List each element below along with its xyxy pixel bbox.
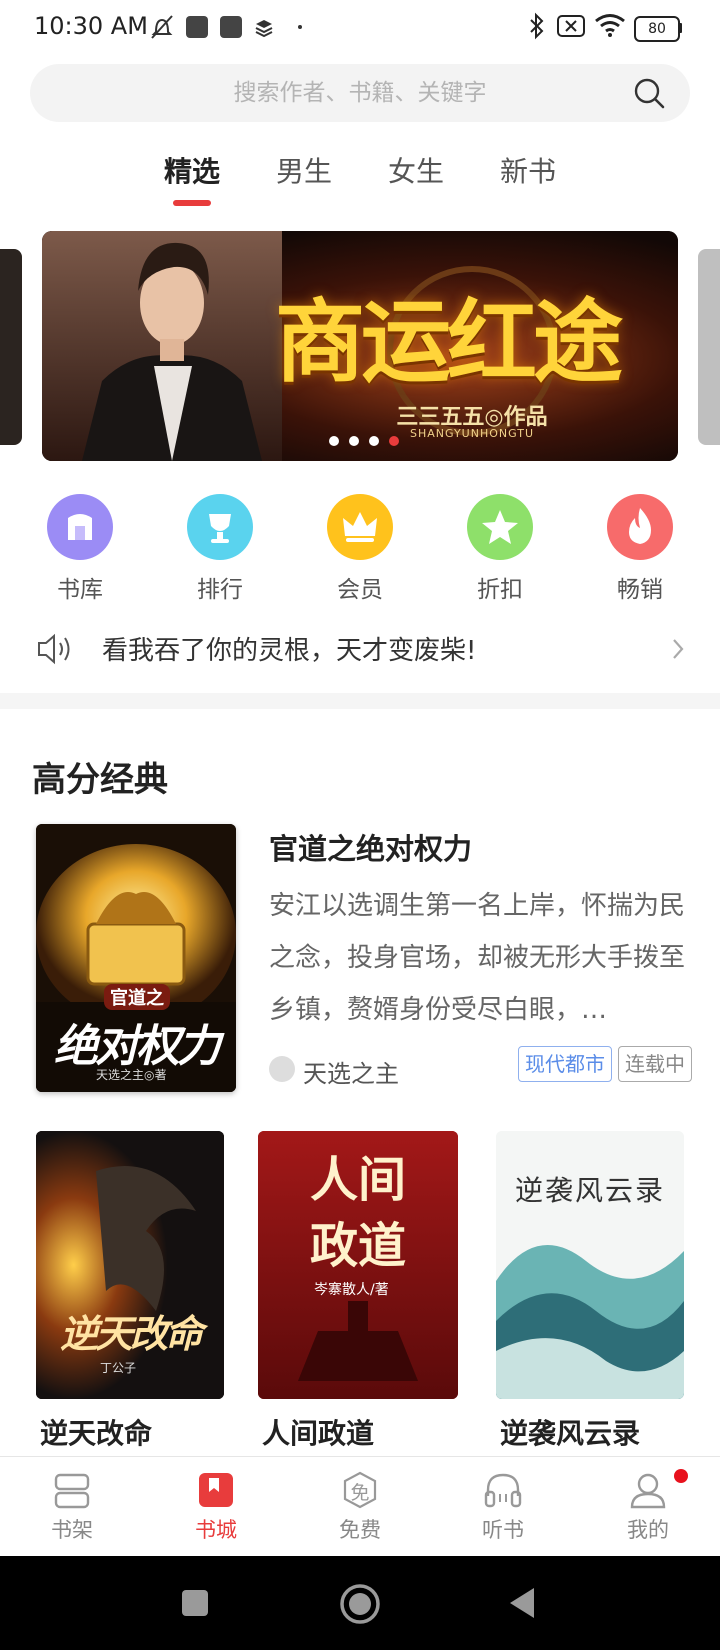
- nav-label-bookstore[interactable]: 书城: [166, 1514, 266, 1544]
- cover-author: 岑寨散人/著: [314, 1282, 389, 1298]
- tab-featured[interactable]: 精选: [164, 150, 220, 190]
- status-bar: 10:30 AM 80: [0, 0, 720, 56]
- battery-icon: 80: [634, 16, 680, 42]
- notice-bar[interactable]: 看我吞了你的灵根，天才变废柴!: [0, 620, 720, 680]
- author-avatar-icon: [269, 1056, 295, 1082]
- nav-label-bookshelf[interactable]: 书架: [22, 1514, 122, 1544]
- cover-title: 人间政道: [309, 1152, 406, 1274]
- chevron-right-icon[interactable]: [670, 636, 686, 662]
- cover-title: 绝对权力: [54, 1021, 221, 1072]
- book-title[interactable]: 逆天改命: [40, 1412, 152, 1452]
- quick-label-discount: 折扣: [477, 577, 523, 603]
- featured-book-author[interactable]: 天选之主: [303, 1054, 399, 1089]
- home-button[interactable]: [339, 1583, 381, 1625]
- carousel-dot[interactable]: [369, 436, 379, 446]
- carousel-dot[interactable]: [329, 436, 339, 446]
- featured-book-cover[interactable]: 官道之 绝对权力 天选之主◎著: [36, 824, 236, 1092]
- cover-author: 天选之主◎著: [96, 1068, 167, 1082]
- dot-icon: [298, 25, 302, 29]
- speaker-icon: [38, 633, 70, 665]
- crown-icon[interactable]: [327, 494, 393, 560]
- genre-tag[interactable]: 现代都市: [518, 1046, 612, 1082]
- wifi-icon: [595, 14, 625, 37]
- layers-icon: [255, 20, 273, 38]
- trophy-icon[interactable]: [187, 494, 253, 560]
- book-cover[interactable]: 逆天改命 丁公子: [36, 1131, 224, 1399]
- cover-small-title: 官道之: [104, 984, 170, 1010]
- quick-label-bestseller: 畅销: [617, 577, 663, 603]
- status-time: 10:30 AM: [34, 12, 148, 40]
- book-title[interactable]: 逆袭风云录: [500, 1412, 640, 1452]
- recent-apps-button[interactable]: [182, 1590, 208, 1616]
- book-cover[interactable]: 逆袭风云录: [496, 1131, 684, 1399]
- status-tag[interactable]: 连载中: [618, 1046, 692, 1082]
- nav-label-profile[interactable]: 我的: [598, 1514, 698, 1544]
- app-icon: [186, 16, 208, 38]
- tab-new-books[interactable]: 新书: [500, 150, 556, 190]
- nav-label-audiobook[interactable]: 听书: [453, 1514, 553, 1544]
- carousel-dot[interactable]: [349, 436, 359, 446]
- search-icon[interactable]: [632, 76, 666, 110]
- back-button[interactable]: [506, 1585, 538, 1621]
- banner-subtitle: SHANGYUNHONGTU: [409, 427, 535, 440]
- section-title: 高分经典: [32, 760, 168, 800]
- bookshelf-icon[interactable]: [52, 1472, 92, 1510]
- star-icon[interactable]: [467, 494, 533, 560]
- app-icon: [220, 16, 242, 38]
- notice-text: 看我吞了你的灵根，天才变废柴!: [102, 636, 477, 666]
- banner-prev-peek[interactable]: [0, 249, 22, 445]
- fire-icon[interactable]: [607, 494, 673, 560]
- tab-female[interactable]: 女生: [388, 150, 444, 190]
- sim-icon: [557, 15, 585, 37]
- profile-icon[interactable]: [628, 1470, 668, 1510]
- search-bar[interactable]: 搜索作者、书籍、关键字: [30, 64, 690, 122]
- cover-author: 丁公子: [100, 1361, 137, 1375]
- banner-title: 商运红途: [275, 289, 623, 395]
- search-placeholder: 搜索作者、书籍、关键字: [233, 80, 487, 106]
- mute-icon: [151, 15, 173, 39]
- bookstore-icon[interactable]: [196, 1470, 236, 1510]
- featured-book-title[interactable]: 官道之绝对权力: [269, 826, 472, 868]
- book-title[interactable]: 人间政道: [262, 1412, 374, 1452]
- banner-carousel[interactable]: 商运红途 三三五五◎作品 SHANGYUNHONGTU: [42, 231, 678, 461]
- featured-book-description[interactable]: 安江以选调生第一名上岸，怀揣为民之念，投身官场，却被无形大手拨至乡镇，赘婿身份受…: [269, 880, 691, 1036]
- carousel-dot-active[interactable]: [389, 436, 399, 446]
- nav-label-free[interactable]: 免费: [310, 1514, 410, 1544]
- battery-tip: [679, 23, 682, 33]
- tab-male[interactable]: 男生: [276, 150, 332, 190]
- section-divider: [0, 693, 720, 709]
- banner-next-peek[interactable]: [698, 249, 720, 445]
- book-cover[interactable]: 人间政道 岑寨散人/著: [258, 1131, 458, 1399]
- quick-label-vip: 会员: [337, 577, 383, 603]
- notification-badge: [674, 1469, 688, 1483]
- cover-title: 逆袭风云录: [514, 1174, 665, 1207]
- quick-label-ranking: 排行: [197, 577, 243, 603]
- free-icon-text: 免: [350, 1482, 370, 1504]
- library-icon[interactable]: [47, 494, 113, 560]
- headphones-icon[interactable]: [482, 1470, 524, 1510]
- quick-label-library: 书库: [57, 577, 103, 603]
- cover-title: 逆天改命: [59, 1311, 203, 1356]
- tab-active-indicator: [173, 200, 211, 206]
- bluetooth-icon: [530, 12, 544, 40]
